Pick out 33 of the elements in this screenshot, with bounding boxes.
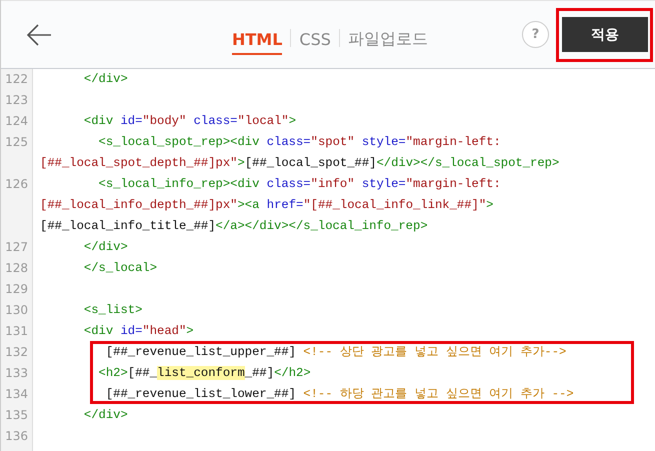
- help-button[interactable]: ?: [522, 21, 549, 48]
- apply-button[interactable]: 적용: [562, 17, 648, 52]
- code-line: </div>: [82, 71, 128, 88]
- line-number: 131: [1, 321, 33, 342]
- line-number: 134: [1, 384, 33, 405]
- line-number: 123: [1, 90, 33, 111]
- line-number: 135: [1, 405, 33, 426]
- code-line: <s_local_spot_rep><div class="spot" style="margin-left: [##_local_spot_depth_##]px">[##_local_spot_##]</div></s_local_spot_rep>: [39, 134, 560, 172]
- code-line: <div id="body" class="local">: [82, 113, 296, 130]
- line-number: 132: [1, 342, 33, 363]
- tab[interactable]: HTML: [232, 30, 282, 55]
- tab[interactable]: 파일업로드: [348, 29, 428, 56]
- line-number: 129: [1, 279, 33, 300]
- code-line: <div id="head">: [82, 323, 194, 340]
- code-line: </s_local>: [82, 260, 158, 277]
- line-number: 136: [1, 426, 33, 447]
- line-number: 128: [1, 258, 33, 279]
- line-number: 124: [1, 111, 33, 132]
- line-number: 122: [1, 69, 33, 90]
- code-line: </div>: [82, 407, 128, 424]
- line-number: 126: [1, 174, 33, 237]
- line-number: 133: [1, 363, 33, 384]
- line-number: 127: [1, 237, 33, 258]
- code-line: <h2>[##_list_conform_##]</h2>: [98, 365, 311, 382]
- line-number: 130: [1, 300, 33, 321]
- code-line: [##_revenue_list_upper_##] <!-- 상단 광고를 넣고 싶으면 여기 추가-->: [104, 344, 566, 361]
- code-line: <s_local_info_rep><div class="info" style="margin-left: [##_local_info_depth_##]px"><a href="[##_local_info_link_##]"> [##_local_info_title_##]</a></div></s_local_info_rep>: [39, 176, 501, 235]
- back-arrow-icon[interactable]: [26, 24, 52, 46]
- line-number: 125: [1, 132, 33, 174]
- code-line: <s_list>: [82, 302, 142, 319]
- code-line: </div>: [82, 239, 128, 256]
- code-line: [##_revenue_list_lower_##] <!-- 하당 관고를 넣고 싶으면 여기 추가 -->: [104, 386, 574, 403]
- tab[interactable]: CSS: [299, 30, 331, 55]
